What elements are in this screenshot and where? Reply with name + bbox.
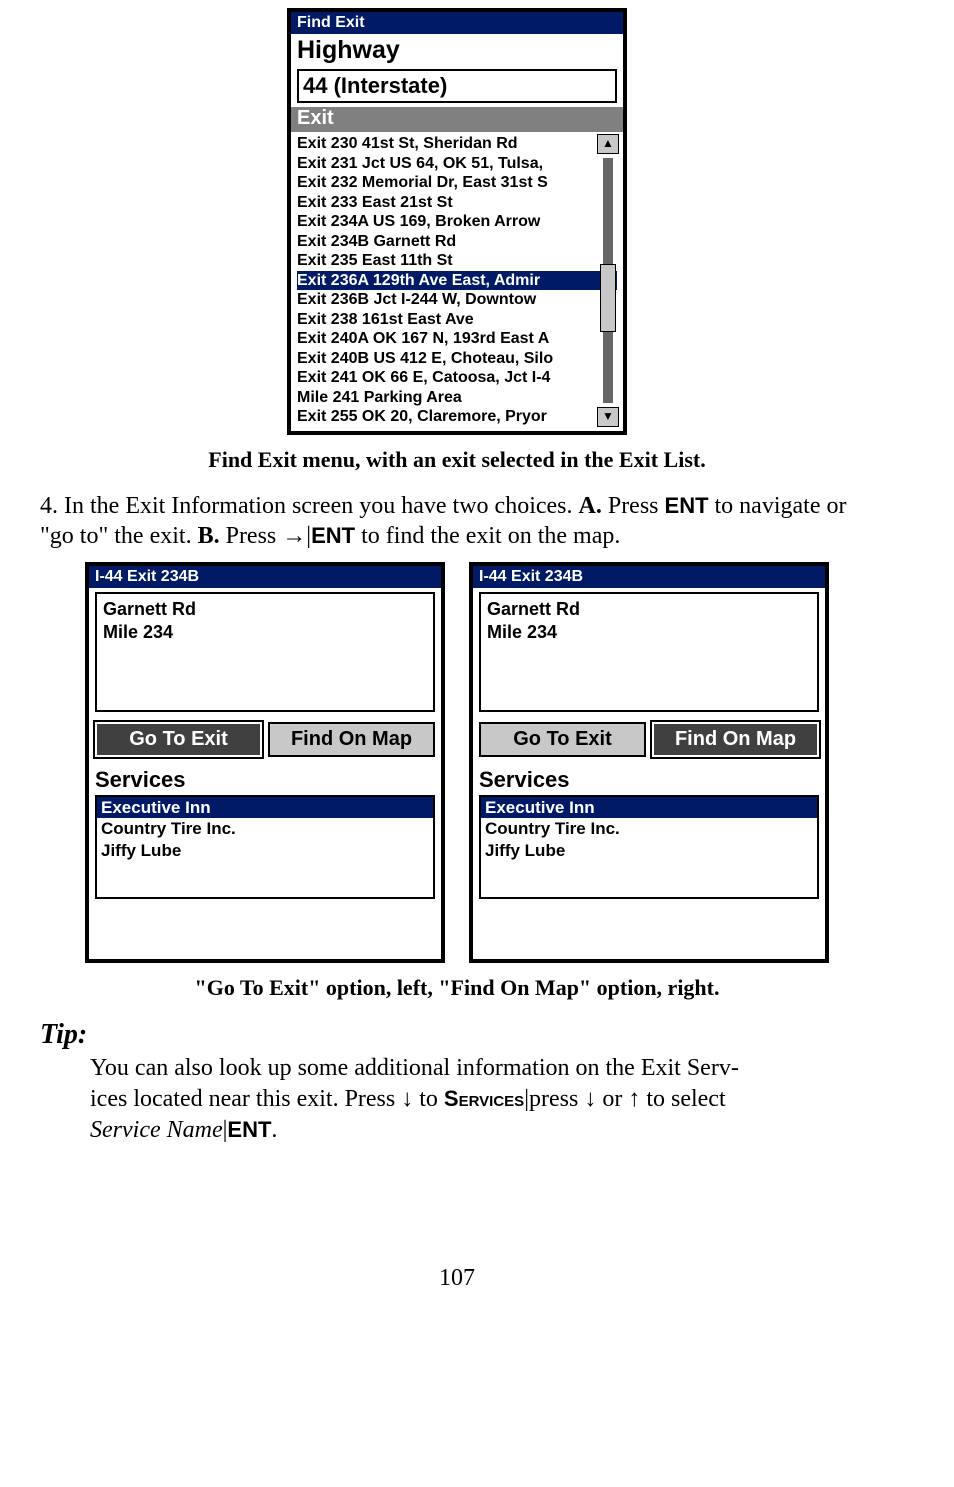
exit-list-item[interactable]: Exit 240B US 412 E, Choteau, Silo (297, 349, 617, 369)
page-number: 107 (40, 1265, 874, 1292)
exit-list-item[interactable]: Exit 255 OK 20, Claremore, Pryor (297, 407, 617, 427)
service-list-item[interactable]: Jiffy Lube (481, 840, 817, 861)
exit-info-window-right: I-44 Exit 234B Garnett Rd Mile 234 Go To… (469, 562, 829, 963)
find-on-map-button-left[interactable]: Find On Map (268, 722, 435, 757)
scroll-up-button[interactable]: ▲ (597, 134, 619, 154)
tip-or: or (596, 1086, 628, 1112)
exit-list-item[interactable]: Exit 231 Jct US 64, OK 51, Tulsa, (297, 154, 617, 174)
exit-list-item[interactable]: Exit 236B Jct I-244 W, Downtow (297, 290, 617, 310)
exit-label: Exit (291, 107, 623, 132)
service-list-item[interactable]: Jiffy Lube (97, 840, 433, 861)
find-exit-window: Find Exit Highway 44 (Interstate) Exit E… (287, 8, 627, 435)
exit-list-item[interactable]: Exit 238 161st East Ave (297, 310, 617, 330)
services-list-left[interactable]: Executive InnCountry Tire Inc.Jiffy Lube (95, 795, 435, 899)
down-arrow-icon-2: ↓ (584, 1085, 596, 1112)
scroll-thumb[interactable] (600, 264, 616, 332)
exit-info-line1-right: Garnett Rd (487, 598, 811, 621)
tip-heading: Tip: (40, 1019, 874, 1051)
step4-text: 4. In the Exit Information screen you ha… (40, 491, 874, 552)
tip-period: . (271, 1117, 277, 1143)
exit-info-title-right: I-44 Exit 234B (473, 566, 825, 588)
right-arrow-icon: → (282, 522, 306, 549)
tip-body: You can also look up some additional inf… (90, 1053, 874, 1145)
highway-field[interactable]: 44 (Interstate) (297, 69, 617, 103)
exit-info-field-left: Garnett Rd Mile 234 (95, 592, 435, 712)
step4-a-label: A. (579, 493, 602, 519)
service-list-item[interactable]: Country Tire Inc. (97, 818, 433, 839)
exit-info-window-left: I-44 Exit 234B Garnett Rd Mile 234 Go To… (85, 562, 445, 963)
exit-list[interactable]: Exit 230 41st St, Sheridan RdExit 231 Jc… (297, 134, 617, 427)
step4-prefix: 4. In the Exit Information screen you ha… (40, 493, 579, 519)
caption-find-exit: Find Exit menu, with an exit selected in… (40, 447, 874, 473)
service-list-item[interactable]: Executive Inn (481, 797, 817, 818)
highway-label: Highway (291, 34, 623, 69)
services-label-right: Services (473, 767, 825, 793)
tip-line2a: ices located near this exit. Press (90, 1086, 401, 1112)
tip-tosel: to select (640, 1086, 725, 1112)
exit-list-scrollbar[interactable]: ▲ ▼ (597, 134, 619, 427)
exit-list-item[interactable]: Exit 232 Memorial Dr, East 31st S (297, 173, 617, 193)
exit-info-line1-left: Garnett Rd (103, 598, 427, 621)
exit-list-item[interactable]: Exit 240A OK 167 N, 193rd East A (297, 329, 617, 349)
exit-info-title-left: I-44 Exit 234B (89, 566, 441, 588)
go-to-exit-button-left[interactable]: Go To Exit (95, 722, 262, 757)
scroll-down-button[interactable]: ▼ (597, 407, 619, 427)
tip-to: to (413, 1086, 444, 1112)
tip-line1: You can also look up some additional inf… (90, 1055, 739, 1081)
find-on-map-button-right[interactable]: Find On Map (652, 722, 819, 757)
step4-a-text: Press (602, 493, 665, 519)
up-arrow-icon: ↑ (628, 1085, 640, 1112)
tip-press: press (529, 1086, 584, 1112)
find-exit-titlebar: Find Exit (291, 12, 623, 34)
service-list-item[interactable]: Executive Inn (97, 797, 433, 818)
exit-list-item[interactable]: Exit 241 OK 66 E, Catoosa, Jct I-4 (297, 368, 617, 388)
exit-list-item[interactable]: Exit 233 East 21st St (297, 193, 617, 213)
exit-info-line2-right: Mile 234 (487, 621, 811, 644)
service-list-item[interactable]: Country Tire Inc. (481, 818, 817, 839)
down-arrow-icon-1: ↓ (401, 1085, 413, 1112)
exit-list-item[interactable]: Exit 236A 129th Ave East, Admir (297, 271, 617, 291)
exit-list-item[interactable]: Exit 234A US 169, Broken Arrow (297, 212, 617, 232)
caption-exit-info: "Go To Exit" option, left, "Find On Map"… (40, 975, 874, 1001)
ent-key-1: ENT (665, 493, 709, 518)
step4-b-label: B. (198, 523, 220, 549)
go-to-exit-button-right[interactable]: Go To Exit (479, 722, 646, 757)
exit-info-field-right: Garnett Rd Mile 234 (479, 592, 819, 712)
step4-b-tail: to find the exit on the map. (355, 523, 620, 549)
exit-list-item[interactable]: Mile 241 Parking Area (297, 388, 617, 408)
exit-list-item[interactable]: Exit 235 East 11th St (297, 251, 617, 271)
services-smallcaps: Services (444, 1086, 524, 1111)
exit-list-item[interactable]: Exit 230 41st St, Sheridan Rd (297, 134, 617, 154)
services-label-left: Services (89, 767, 441, 793)
step4-b-text: Press (220, 523, 283, 549)
exit-list-item[interactable]: Exit 234B Garnett Rd (297, 232, 617, 252)
ent-key-2: ENT (311, 523, 355, 548)
service-name-italic: Service Name (90, 1117, 223, 1143)
services-list-right[interactable]: Executive InnCountry Tire Inc.Jiffy Lube (479, 795, 819, 899)
ent-key-3: ENT (227, 1117, 271, 1142)
exit-info-line2-left: Mile 234 (103, 621, 427, 644)
